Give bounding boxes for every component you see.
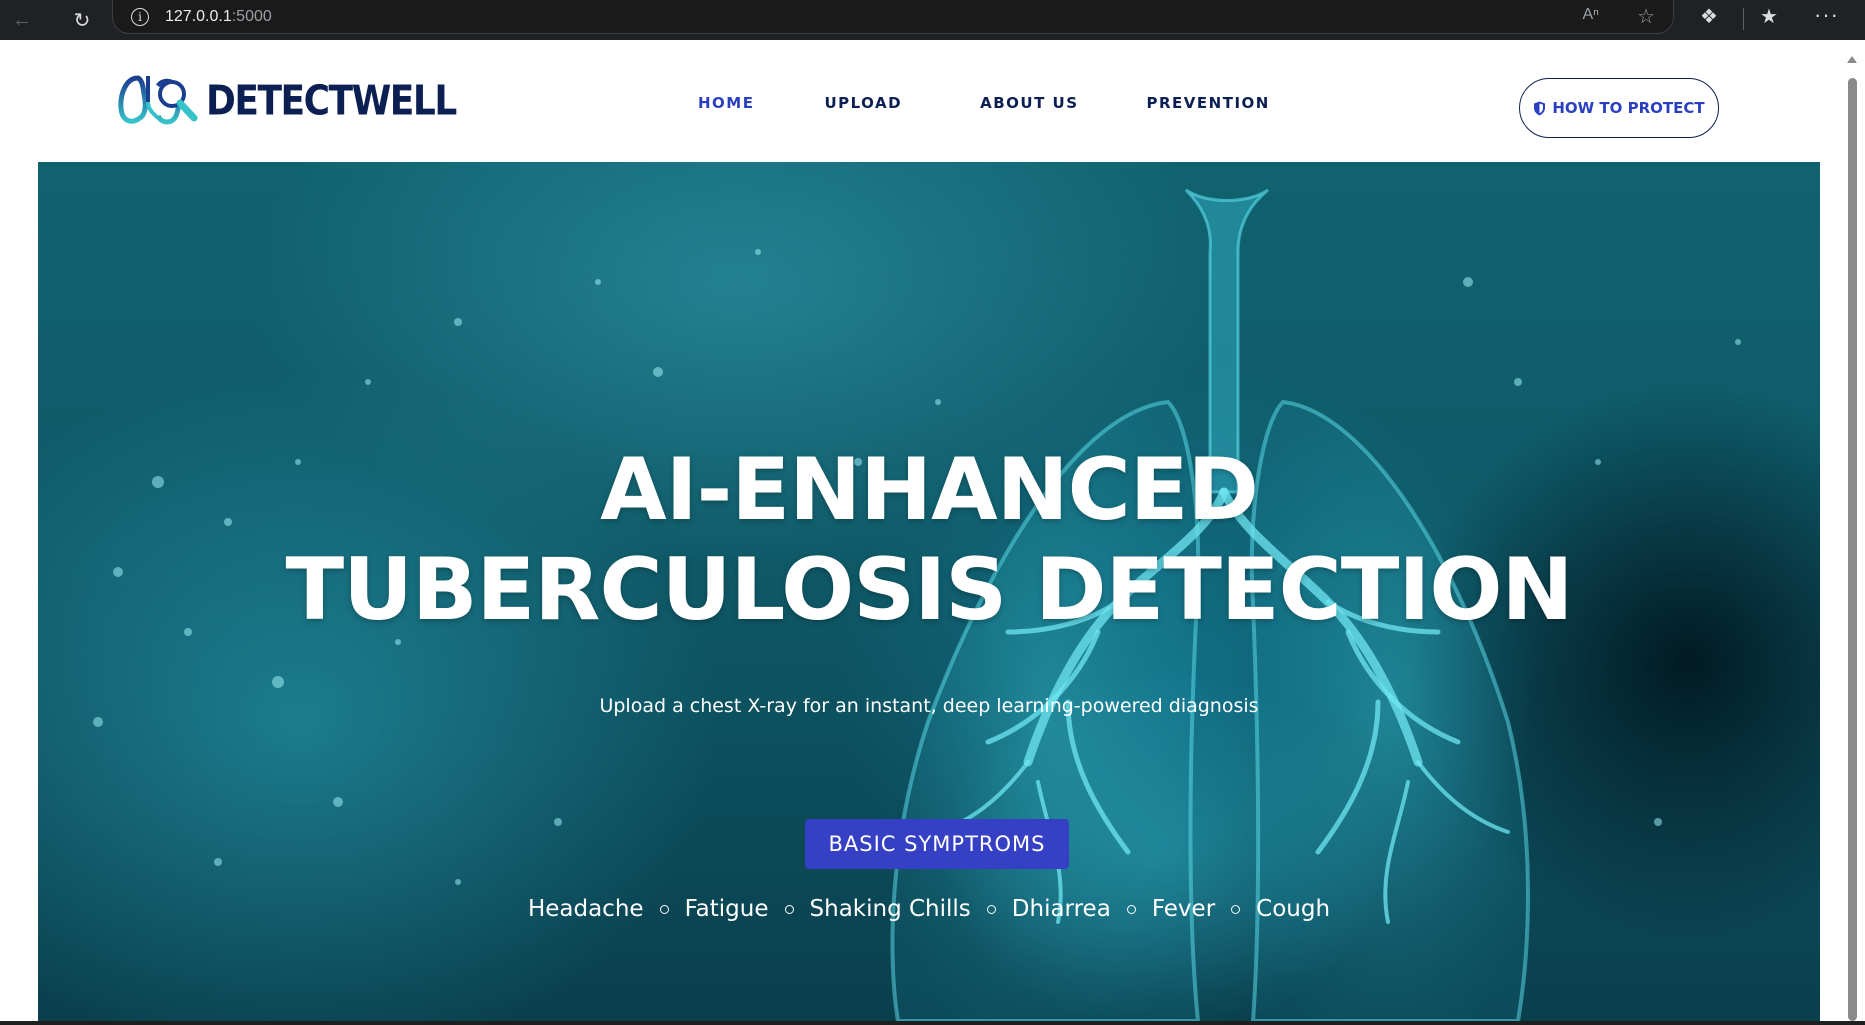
toolbar-divider	[1743, 8, 1744, 30]
symptom-item: Dhiarrea	[1011, 896, 1111, 922]
symptom-item: Shaking Chills	[809, 896, 971, 922]
site-header: DETECTWELL HOME UPLOAD ABOUT US PREVENTI…	[0, 40, 1839, 162]
scrollbar-thumb[interactable]	[1848, 78, 1857, 1021]
nav-prevention[interactable]: PREVENTION	[1147, 94, 1270, 112]
lungs-magnifier-logo-icon	[118, 75, 198, 125]
back-arrow-icon[interactable]: ←	[6, 4, 38, 36]
address-bar[interactable]: i 127.0.0.1:5000 Aⁿ ☆	[112, 0, 1674, 34]
extensions-icon[interactable]: ❖	[1700, 4, 1718, 29]
favorites-icon[interactable]: ★	[1760, 4, 1778, 29]
basic-symptoms-button[interactable]: BASIC SYMPTROMS	[805, 819, 1069, 869]
hero-title-line2: TUBERCULOSIS DETECTION	[285, 540, 1573, 640]
url-port: :5000	[231, 7, 272, 25]
url-host: 127.0.0.1	[165, 7, 232, 25]
site-info-icon[interactable]: i	[131, 7, 149, 26]
hero-title: AI-ENHANCED TUBERCULOSIS DETECTION	[38, 440, 1820, 640]
url-text: 127.0.0.1:5000	[165, 8, 272, 26]
nav-home[interactable]: HOME	[698, 94, 754, 112]
symptom-list: Headache Fatigue Shaking Chills Dhiarrea…	[38, 896, 1820, 922]
shield-icon	[1534, 101, 1546, 115]
bullet-icon	[659, 904, 669, 914]
bullet-icon	[1126, 904, 1136, 914]
scroll-up-arrow-icon[interactable]	[1847, 56, 1857, 63]
hero-section: AI-ENHANCED TUBERCULOSIS DETECTION Uploa…	[38, 162, 1820, 1021]
bullet-icon	[986, 904, 996, 914]
symptom-item: Fatigue	[684, 896, 769, 922]
symptom-item: Headache	[527, 896, 644, 922]
bullet-icon	[784, 904, 794, 914]
nav-upload[interactable]: UPLOAD	[824, 94, 902, 112]
logo[interactable]: DETECTWELL	[118, 72, 457, 130]
page-scrollbar[interactable]	[1839, 40, 1865, 1021]
symptom-item: Cough	[1256, 896, 1331, 922]
symptom-item: Fever	[1151, 896, 1216, 922]
hero-subtitle: Upload a chest X-ray for an instant, dee…	[599, 695, 1259, 717]
how-to-protect-label: HOW TO PROTECT	[1552, 99, 1705, 117]
page: DETECTWELL HOME UPLOAD ABOUT US PREVENTI…	[0, 40, 1865, 1021]
nav-about-us[interactable]: ABOUT US	[980, 94, 1078, 112]
hero-title-line1: AI-ENHANCED	[600, 440, 1259, 540]
reload-icon[interactable]: ↻	[66, 4, 98, 36]
main-nav: HOME UPLOAD ABOUT US PREVENTION	[680, 94, 1270, 112]
how-to-protect-button[interactable]: HOW TO PROTECT	[1519, 78, 1719, 138]
brand-name: DETECTWELL	[206, 77, 457, 125]
favorite-star-icon[interactable]: ☆	[1637, 4, 1655, 29]
bullet-icon	[1231, 904, 1241, 914]
more-options-icon[interactable]: ···	[1814, 2, 1839, 28]
read-aloud-icon[interactable]: Aⁿ	[1582, 6, 1599, 24]
browser-toolbar: ← ↻ i 127.0.0.1:5000 Aⁿ ☆ ❖ ★ ···	[0, 0, 1865, 40]
